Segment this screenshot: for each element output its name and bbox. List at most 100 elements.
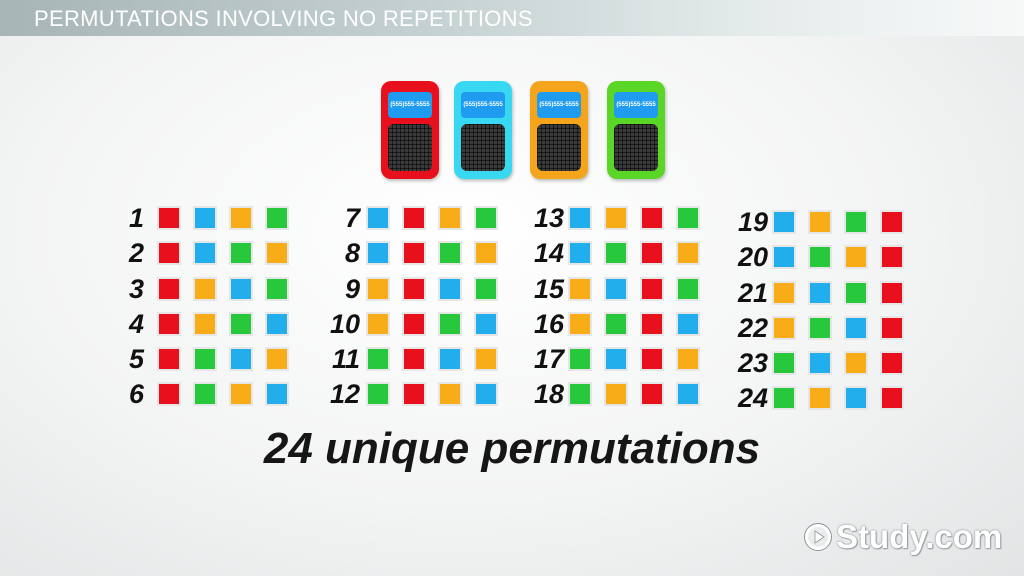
color-square-red	[402, 382, 426, 406]
phone-keypad	[388, 124, 432, 171]
color-square-red	[880, 351, 904, 375]
color-square-green	[772, 351, 796, 375]
color-square-orange	[265, 241, 289, 265]
color-square-blue	[568, 241, 592, 265]
phone-keypad	[461, 124, 505, 171]
color-square-green	[366, 347, 390, 371]
color-square-blue	[193, 206, 217, 230]
color-square-green	[229, 241, 253, 265]
color-square-green	[844, 281, 868, 305]
color-square-red	[157, 241, 181, 265]
permutation-number: 12	[329, 379, 360, 409]
play-circle-icon	[804, 523, 832, 551]
slide-title: PERMUTATIONS INVOLVING NO REPETITIONS	[34, 6, 533, 31]
color-square-green	[604, 312, 628, 336]
color-square-green	[193, 347, 217, 371]
color-square-orange	[438, 382, 462, 406]
permutation-number: 9	[344, 274, 360, 304]
permutation-number: 20	[737, 242, 768, 272]
color-square-blue	[229, 277, 253, 301]
permutation-number: 24	[737, 383, 768, 413]
color-square-orange	[474, 241, 498, 265]
permutation-number: 3	[128, 274, 144, 304]
color-square-red	[157, 277, 181, 301]
permutation-number: 17	[533, 344, 564, 374]
color-square-red	[640, 241, 664, 265]
color-square-blue	[438, 347, 462, 371]
color-square-green	[265, 277, 289, 301]
color-square-orange	[808, 386, 832, 410]
color-square-red	[880, 316, 904, 340]
color-square-orange	[772, 316, 796, 340]
permutation-number: 2	[128, 238, 144, 268]
permutation-number: 18	[533, 379, 564, 409]
color-square-blue	[193, 241, 217, 265]
color-square-red	[157, 312, 181, 336]
color-square-red	[402, 206, 426, 230]
color-square-red	[880, 210, 904, 234]
color-square-green	[474, 206, 498, 230]
color-square-blue	[844, 316, 868, 340]
color-square-red	[640, 382, 664, 406]
color-square-green	[568, 347, 592, 371]
permutation-number: 10	[329, 309, 360, 339]
permutation-number: 4	[128, 309, 144, 339]
permutation-number: 14	[533, 238, 564, 268]
color-square-orange	[265, 347, 289, 371]
color-square-green	[808, 245, 832, 269]
color-square-blue	[366, 206, 390, 230]
color-square-red	[640, 277, 664, 301]
color-square-red	[402, 312, 426, 336]
color-square-blue	[265, 382, 289, 406]
color-square-orange	[604, 382, 628, 406]
study-logo: Study.com	[803, 518, 1003, 555]
logo-text: Study.com	[836, 518, 1003, 555]
color-square-green	[229, 312, 253, 336]
phone-screen: (555)555-5555	[537, 92, 581, 118]
color-square-green	[844, 210, 868, 234]
color-square-orange	[193, 277, 217, 301]
permutation-number: 13	[533, 203, 564, 233]
color-square-green	[366, 382, 390, 406]
permutation-number: 16	[533, 309, 564, 339]
color-square-green	[676, 206, 700, 230]
permutation-number: 5	[128, 344, 144, 374]
color-square-blue	[676, 312, 700, 336]
color-square-blue	[676, 382, 700, 406]
color-square-orange	[568, 277, 592, 301]
phone-screen: (555)555-5555	[388, 92, 432, 118]
phone-keypad	[614, 124, 658, 171]
color-square-orange	[366, 312, 390, 336]
color-square-orange	[568, 312, 592, 336]
color-square-blue	[438, 277, 462, 301]
color-square-green	[265, 206, 289, 230]
permutation-number: 19	[737, 207, 768, 237]
phone-screen: (555)555-5555	[614, 92, 658, 118]
color-square-red	[157, 382, 181, 406]
color-square-green	[438, 312, 462, 336]
permutation-number: 11	[331, 344, 360, 374]
color-square-green	[604, 241, 628, 265]
phone-screen: (555)555-5555	[461, 92, 505, 118]
color-square-red	[640, 312, 664, 336]
color-square-blue	[229, 347, 253, 371]
color-square-orange	[193, 312, 217, 336]
color-square-green	[193, 382, 217, 406]
red-phone: (555)555-5555	[381, 81, 439, 179]
permutation-number: 21	[737, 278, 768, 308]
permutation-number: 7	[344, 203, 360, 233]
color-square-blue	[474, 312, 498, 336]
color-square-red	[640, 206, 664, 230]
color-square-red	[402, 347, 426, 371]
color-square-orange	[808, 210, 832, 234]
blue-phone: (555)555-5555	[454, 81, 512, 179]
permutation-number: 22	[737, 313, 768, 343]
color-square-orange	[676, 241, 700, 265]
color-square-orange	[229, 206, 253, 230]
color-square-red	[880, 281, 904, 305]
color-square-green	[474, 277, 498, 301]
green-phone: (555)555-5555	[607, 81, 665, 179]
color-square-green	[438, 241, 462, 265]
color-square-red	[157, 206, 181, 230]
color-square-orange	[229, 382, 253, 406]
